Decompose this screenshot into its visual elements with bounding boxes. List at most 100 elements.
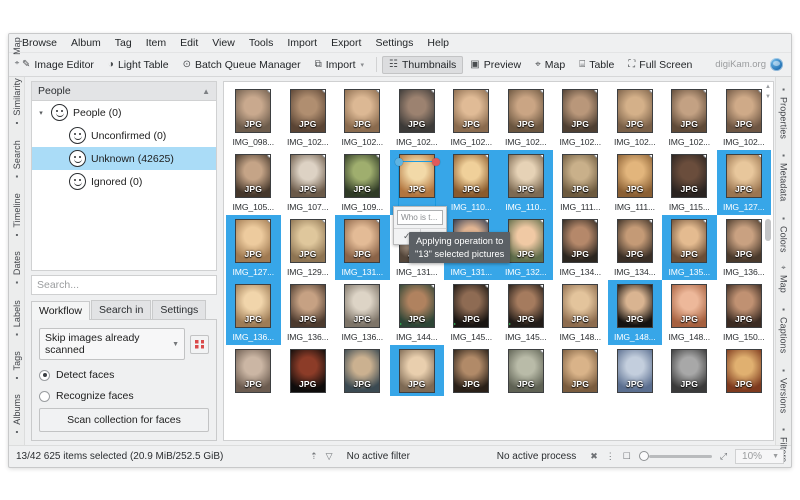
- chevron-down-icon[interactable]: ▾: [36, 109, 46, 117]
- thumbnail-cell[interactable]: JPG: [608, 345, 663, 396]
- thumbnail-cell[interactable]: JPG IMG_131...: [335, 215, 390, 280]
- thumbnail-cell[interactable]: JPG IMG_102...: [281, 85, 336, 150]
- panel-tab-settings[interactable]: Settings: [152, 300, 207, 319]
- thumbnail-cell[interactable]: JPG IMG_102...: [390, 85, 445, 150]
- thumbnail-cell[interactable]: JPG IMG_136...: [717, 215, 772, 280]
- chevron-down-icon[interactable]: ▾: [361, 61, 365, 69]
- thumbnail-cell[interactable]: JPG IMG_148...: [662, 280, 717, 345]
- sidebar-tab-dates[interactable]: ▪ Dates: [11, 245, 23, 293]
- thumbnail-image[interactable]: JPG: [344, 219, 381, 263]
- thumbnail-image[interactable]: JPG: [725, 219, 762, 263]
- thumbnail-image[interactable]: JPG: [235, 284, 272, 328]
- thumbnail-cell[interactable]: JPG IMG_102...: [499, 85, 554, 150]
- right-tab-properties[interactable]: ▪ Properties: [778, 79, 790, 145]
- thumbnail-image[interactable]: JPG: [344, 89, 381, 133]
- fit-window-icon[interactable]: ☐: [623, 451, 631, 462]
- people-search-input[interactable]: Search...: [31, 275, 217, 295]
- menu-item-edit[interactable]: Edit: [173, 35, 205, 51]
- thumbnail-cell[interactable]: JPG IMG_145...: [499, 280, 554, 345]
- face-option-recognize-faces[interactable]: Recognize faces: [39, 390, 209, 402]
- thumbnail-cell[interactable]: JPG IMG_136...: [281, 280, 336, 345]
- scan-collection-button[interactable]: Scan collection for faces: [39, 408, 209, 432]
- face-reject-dot-icon[interactable]: [432, 158, 440, 166]
- thumbnail-cell[interactable]: JPG: [499, 345, 554, 396]
- thumbnail-cell[interactable]: JPG: [389, 345, 444, 396]
- toolbar-button-thumbnails[interactable]: ☷ Thumbnails: [382, 55, 464, 74]
- thumbnail-cell[interactable]: JPG: [281, 345, 336, 396]
- thumbnail-cell[interactable]: JPG IMG_102...: [335, 85, 390, 150]
- thumbnail-image[interactable]: JPG: [235, 349, 272, 393]
- menu-item-help[interactable]: Help: [420, 35, 456, 51]
- thumbnail-image[interactable]: JPG: [671, 284, 708, 328]
- thumbnail-cell[interactable]: JPG IMG_109...: [335, 150, 390, 215]
- thumbnail-image[interactable]: JPG: [507, 89, 544, 133]
- toolbar-button-full-screen[interactable]: ⛶ Full Screen: [621, 56, 699, 74]
- sidebar-tab-map[interactable]: ⌖ Map: [11, 34, 23, 72]
- face-name-input[interactable]: Who is t...: [397, 210, 443, 225]
- thumbnail-cell[interactable]: JPG IMG_144...: [390, 280, 445, 345]
- thumbnail-cell[interactable]: JPG: [662, 345, 717, 396]
- people-tree-item-ignored[interactable]: Ignored (0): [32, 170, 216, 193]
- thumbnail-image[interactable]: JPG: [725, 154, 762, 198]
- toolbar-button-table[interactable]: ⌸ Table: [572, 56, 621, 74]
- thumbnail-cell[interactable]: JPG: [335, 345, 390, 396]
- zoom-slider-knob[interactable]: [638, 451, 649, 461]
- thumbnail-cell[interactable]: JPG IMG_148...: [553, 280, 608, 345]
- thumbnail-cell[interactable]: JPG IMG_127...: [226, 215, 281, 280]
- menu-item-album[interactable]: Album: [64, 35, 108, 51]
- thumbnail-image[interactable]: JPG: [616, 349, 653, 393]
- thumbnail-cell[interactable]: JPG: [444, 345, 499, 396]
- thumbnail-image[interactable]: JPG: [453, 89, 490, 133]
- right-tab-map[interactable]: ⌖ Map: [778, 258, 790, 299]
- thumbnail-cell[interactable]: JPG IMG_105...: [226, 150, 281, 215]
- thumbnail-cell[interactable]: JPG IMG_102...: [717, 85, 772, 150]
- sidebar-tab-timeline[interactable]: ▪ Timeline: [11, 187, 23, 246]
- thumbnail-cell[interactable]: JPG: [226, 345, 281, 396]
- thumbnail-image[interactable]: JPG: [289, 284, 326, 328]
- thumbnail-cell[interactable]: JPG IMG_148...: [607, 280, 662, 345]
- thumbnail-cell[interactable]: JPG IMG_111...: [553, 150, 608, 215]
- menu-item-settings[interactable]: Settings: [368, 35, 420, 51]
- thumbnail-cell[interactable]: JPG: [717, 345, 772, 396]
- sidebar-tab-albums[interactable]: ▪ Albums: [11, 388, 23, 443]
- thumbnail-image[interactable]: JPG: [671, 219, 708, 263]
- thumbnail-cell[interactable]: JPG IMG_102...: [608, 85, 663, 150]
- thumbnail-image[interactable]: JPG: [344, 284, 381, 328]
- thumbnail-image[interactable]: JPG: [671, 89, 708, 133]
- sidebar-tab-tags[interactable]: ▪ Tags: [11, 345, 23, 389]
- people-tree[interactable]: ▾ People (0) Unconfirmed (0) Unknown (42625…: [31, 100, 217, 271]
- thumbnail-cell[interactable]: JPG IMG_110...: [444, 150, 499, 215]
- thumbnail-image[interactable]: JPG: [616, 89, 653, 133]
- zoom-in-icon[interactable]: ⤢: [720, 451, 727, 462]
- thumbnail-cell[interactable]: JPG IMG_098...: [226, 85, 281, 150]
- radio-button[interactable]: [39, 369, 50, 381]
- thumbnail-image[interactable]: JPG: [344, 154, 381, 198]
- thumbnail-cell[interactable]: JPG IMG_102...: [662, 85, 717, 150]
- sidebar-tab-search[interactable]: ▪ Search: [11, 134, 23, 187]
- thumbnail-cell[interactable]: JPG IMG_115...: [662, 150, 717, 215]
- thumbnail-cell[interactable]: JPG IMG_107...: [281, 150, 336, 215]
- toolbar-button-light-table[interactable]: ◑ Light Table: [101, 56, 176, 74]
- thumbnail-image[interactable]: JPG: [671, 349, 708, 393]
- thumbnail-image[interactable]: JPG: [725, 349, 762, 393]
- sidebar-tab-labels[interactable]: ▪ Labels: [11, 294, 23, 345]
- panel-tab-workflow[interactable]: Workflow: [31, 301, 90, 320]
- thumbnail-cell[interactable]: JPG IMG_111...: [608, 150, 663, 215]
- menu-item-item[interactable]: Item: [139, 35, 173, 51]
- menu-item-tag[interactable]: Tag: [108, 35, 139, 51]
- thumbnail-image[interactable]: JPG: [562, 219, 599, 263]
- thumbnail-image[interactable]: JPG: [289, 349, 326, 393]
- thumbnail-image[interactable]: JPG: [289, 154, 326, 198]
- thumbnail-image[interactable]: JPG: [616, 219, 653, 263]
- menu-item-import[interactable]: Import: [280, 35, 324, 51]
- thumbnail-cell[interactable]: JPG IMG_110...: [498, 150, 553, 215]
- thumbnail-image[interactable]: JPG: [453, 154, 490, 198]
- thumbnail-cell[interactable]: JPG IMG_127...: [716, 150, 771, 215]
- right-tab-versions[interactable]: ▪ Versions: [778, 360, 790, 419]
- thumbnail-image[interactable]: JPG: [289, 89, 326, 133]
- toolbar-button-image-editor[interactable]: ✎ Image Editor: [15, 56, 101, 74]
- menu-item-view[interactable]: View: [205, 35, 242, 51]
- scroll-up-arrow-icon[interactable]: ▲: [765, 84, 771, 90]
- thumbnail-image[interactable]: JPG: [453, 349, 490, 393]
- grid-scrollbar-thumb[interactable]: [765, 218, 771, 241]
